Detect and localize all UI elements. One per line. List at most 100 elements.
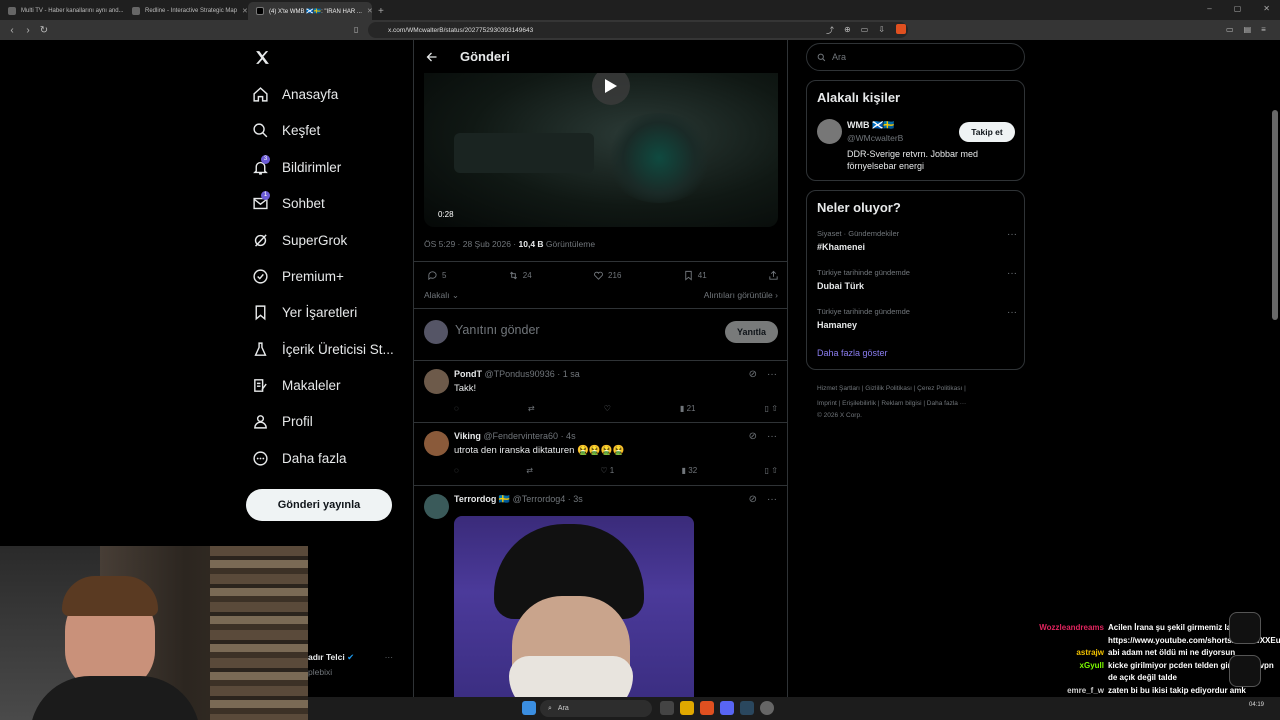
reply-action[interactable]: 5	[427, 270, 446, 281]
nav-home[interactable]: Anasayfa	[252, 86, 338, 103]
grok-icon[interactable]: ⊘	[749, 369, 757, 380]
reply-input[interactable]: Yanıtını gönder	[455, 323, 540, 337]
more-icon[interactable]: ···	[767, 369, 777, 380]
reply-button[interactable]: Yanıtla	[725, 321, 778, 343]
grok-icon[interactable]: ⊘	[749, 494, 757, 505]
more-icon[interactable]: ···	[1007, 229, 1017, 240]
views-action[interactable]: ▮ 32	[682, 466, 698, 475]
nav-more[interactable]: Daha fazla	[252, 450, 347, 467]
avatar	[424, 431, 449, 456]
tweet-actions: ◌ ⇄ ♡ 1 ▮ 32 ▯ ⇧	[454, 466, 778, 475]
reload-icon[interactable]: ↻	[36, 25, 52, 36]
more-icon[interactable]: ···	[1007, 307, 1017, 318]
x-logo-icon[interactable]	[254, 49, 271, 66]
tweet-menu[interactable]: ⊘ ···	[749, 494, 777, 505]
play-button[interactable]	[592, 73, 630, 105]
steam-icon[interactable]	[740, 701, 754, 715]
like-action[interactable]: 216	[593, 270, 621, 281]
minimize-icon[interactable]: –	[1207, 4, 1211, 13]
bookmark-page-icon[interactable]: ▯	[354, 25, 358, 34]
video-player[interactable]: 0:28	[424, 73, 778, 227]
post-button[interactable]: Gönderi yayınla	[246, 489, 392, 521]
discord-icon[interactable]	[720, 701, 734, 715]
more-icon[interactable]: ···	[767, 494, 777, 505]
reply-tweet[interactable]: Terrordog 🇸🇪 @Terrordog4 · 3s ⊘ ···	[414, 486, 787, 720]
tweet-header: PondT @TPondus90936 · 1 sa	[454, 369, 580, 379]
search-icon	[253, 123, 268, 138]
nav-chat[interactable]: 1 Sohbet	[252, 191, 325, 212]
bookmark-share-icons[interactable]: ▯ ⇧	[765, 404, 778, 413]
tweet-image[interactable]	[454, 516, 694, 706]
obs-icon[interactable]	[760, 701, 774, 715]
tab-x-post[interactable]: (4) X'te WMB 🏴󠁧󠁢󠁳󠁣󠁴󠁿🇸🇪: "IRAN HAR ... ✕	[248, 2, 372, 20]
related-dropdown[interactable]: Alakalı ⌄	[424, 290, 459, 301]
nav-articles[interactable]: Makaleler	[252, 377, 341, 394]
back-arrow-icon[interactable]	[426, 51, 438, 63]
nav-notifications[interactable]: 3 Bildirimler	[252, 155, 341, 176]
close-window-icon[interactable]: ✕	[1263, 4, 1270, 13]
nav-premium[interactable]: Premium+	[252, 268, 344, 285]
more-icon[interactable]: ···	[385, 652, 394, 662]
person-name[interactable]: WMB 🏴󠁧󠁢󠁳󠁣󠁴󠁿🇸🇪	[847, 120, 894, 131]
maximize-icon[interactable]: ▢	[1234, 4, 1242, 13]
show-more-link[interactable]: Daha fazla göster	[817, 348, 888, 358]
bookmark-icon	[685, 270, 692, 281]
windows-start-icon[interactable]	[522, 701, 536, 715]
nav-creator-studio[interactable]: İçerik Üreticisi St...	[252, 341, 394, 358]
taskbar-search[interactable]: ⌕ Ara	[540, 700, 652, 717]
new-tab-button[interactable]: +	[372, 6, 390, 20]
view-quotes-link[interactable]: Alıntıları görüntüle ›	[704, 290, 778, 301]
brave-shield-icon[interactable]	[896, 24, 906, 34]
brave-icon[interactable]	[700, 701, 714, 715]
scrollbar[interactable]	[1272, 110, 1278, 320]
file-explorer-icon[interactable]	[680, 701, 694, 715]
nav-bookmarks[interactable]: Yer İşaretleri	[252, 304, 357, 321]
forward-icon[interactable]: ›	[20, 25, 36, 36]
article-icon	[254, 379, 267, 392]
account-switcher[interactable]: adır Telci ✔ ··· plebixi	[308, 652, 393, 677]
tab-redline[interactable]: Redline - Interactive Strategic Map ✕	[124, 2, 248, 20]
tab-favicon-icon	[8, 7, 16, 15]
nav-supergrok[interactable]: SuperGrok	[252, 232, 347, 249]
more-icon[interactable]: ···	[767, 431, 777, 442]
tweet-menu[interactable]: ⊘ ···	[749, 369, 777, 380]
card-title: Alakalı kişiler	[817, 90, 901, 105]
heart-icon: ♡	[600, 466, 608, 475]
like-action[interactable]: ♡ 1	[600, 466, 614, 475]
tab-favicon-icon	[132, 7, 140, 15]
trend-item[interactable]: Türkiye tarihinde gündemde Hamaney ···	[817, 307, 1017, 330]
page-action-icons[interactable]: ⤴ ⊕ ▭ ⇩	[826, 25, 885, 36]
search-field[interactable]: Ara	[806, 43, 1025, 71]
reply-icon	[428, 271, 437, 281]
bookmark-share-icons[interactable]: ▯ ⇧	[765, 466, 778, 475]
reply-icon[interactable]: ◌	[454, 404, 459, 413]
heart-icon[interactable]: ♡	[604, 404, 611, 413]
repost-action[interactable]: 24	[508, 270, 532, 281]
toolbar-icons[interactable]: ▭ ▤ ≡	[1226, 25, 1266, 34]
views-action[interactable]: ▮ 21	[680, 404, 696, 413]
repost-icon[interactable]: ⇄	[528, 404, 535, 413]
reply-composer: Yanıtını gönder Yanıtla	[414, 310, 787, 360]
tweet-actions: ◌ ⇄ ♡ ▮ 21 ▯ ⇧	[454, 404, 778, 413]
divider	[414, 308, 787, 309]
nav-explore[interactable]: Keşfet	[252, 122, 320, 139]
reply-icon[interactable]: ◌	[454, 466, 459, 475]
tweet-menu[interactable]: ⊘ ···	[749, 431, 777, 442]
more-icon[interactable]: ···	[1007, 268, 1017, 279]
nav-profile[interactable]: Profil	[252, 413, 313, 430]
avatar[interactable]	[817, 119, 842, 144]
grok-chat-button[interactable]	[1229, 612, 1261, 644]
trend-item[interactable]: Siyaset · Gündemdekiler #Khamenei ···	[817, 229, 1017, 252]
repost-icon[interactable]: ⇄	[526, 466, 533, 475]
tab-multitv[interactable]: Multi TV - Haber kanallarını aynı and...…	[0, 2, 124, 20]
back-icon[interactable]: ‹	[4, 25, 20, 36]
follow-button[interactable]: Takip et	[959, 122, 1015, 142]
trend-item[interactable]: Türkiye tarihinde gündemde Dubai Türk ···	[817, 268, 1017, 291]
messages-button[interactable]	[1229, 655, 1261, 687]
reply-tweet[interactable]: PondT @TPondus90936 · 1 sa ⊘ ··· Takk! ◌ ⇄…	[414, 361, 787, 422]
share-action[interactable]	[768, 270, 779, 281]
bookmark-action[interactable]: 41	[683, 270, 707, 281]
task-view-icon[interactable]	[660, 701, 674, 715]
reply-tweet[interactable]: Viking @Fendervintera60 · 4s ⊘ ··· utrota…	[414, 423, 787, 485]
grok-icon[interactable]: ⊘	[749, 431, 757, 442]
